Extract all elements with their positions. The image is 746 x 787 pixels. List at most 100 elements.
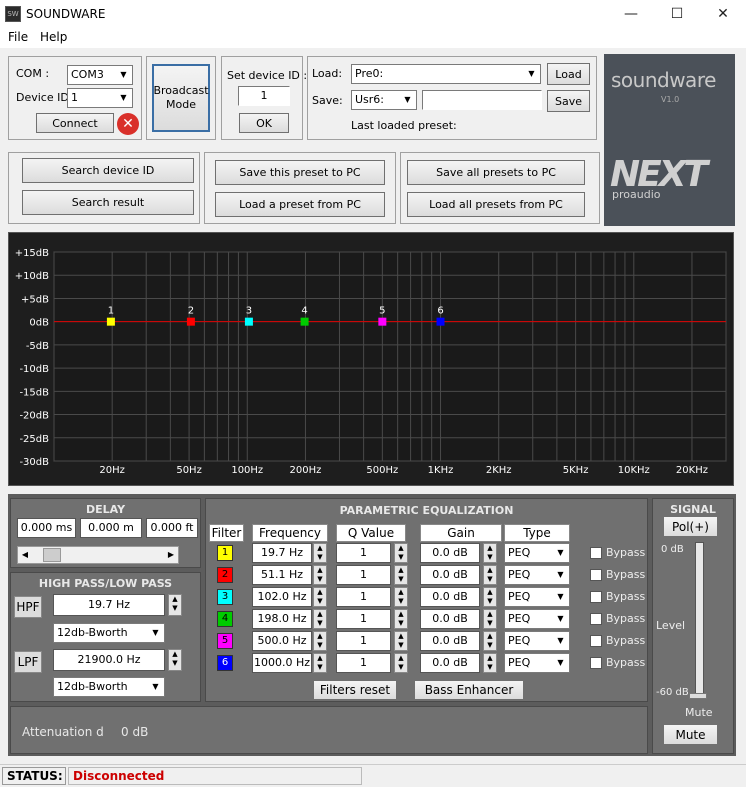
gain-spinner[interactable]: ▲ ▼ [483,587,497,607]
spin-up-icon[interactable]: ▲ [484,632,496,641]
peq-q-field[interactable]: 1 [336,631,391,651]
search-result-button[interactable]: Search result [22,190,194,215]
scroll-right-icon[interactable]: ▶ [164,547,178,563]
eq-filter-point[interactable] [300,317,309,326]
spin-up-icon[interactable]: ▲ [169,650,181,659]
q-spinner[interactable]: ▲ ▼ [394,543,408,563]
set-device-input[interactable]: 1 [238,86,290,106]
spin-down-icon[interactable]: ▼ [169,659,181,668]
frequency-spinner[interactable]: ▲ ▼ [313,587,327,607]
save-button[interactable]: Save [547,90,590,112]
peq-q-field[interactable]: 1 [336,653,391,673]
spin-up-icon[interactable]: ▲ [395,544,407,553]
frequency-spinner[interactable]: ▲ ▼ [313,609,327,629]
eq-response-chart[interactable]: +15dB +10dB +5dB 0dB -5dB -10dB -15dB -20dB -25d… [9,233,733,485]
peq-gain-field[interactable]: 0.0 dB [420,543,480,563]
peq-type-select[interactable]: PEQ ▼ [504,543,570,563]
peq-q-field[interactable]: 1 [336,587,391,607]
spin-down-icon[interactable]: ▼ [314,663,326,672]
peq-gain-field[interactable]: 0.0 dB [420,587,480,607]
spin-down-icon[interactable]: ▼ [395,575,407,584]
device-id-select[interactable]: 1 ▼ [67,88,133,108]
spin-up-icon[interactable]: ▲ [314,610,326,619]
gain-spinner[interactable]: ▲ ▼ [483,565,497,585]
polarity-button[interactable]: Pol(+) [663,516,718,537]
peq-frequency-field[interactable]: 1000.0 Hz [252,653,312,673]
menu-file[interactable]: File [8,30,28,44]
load-all-pc-button[interactable]: Load all presets from PC [407,192,585,217]
peq-frequency-field[interactable]: 51.1 Hz [252,565,312,585]
frequency-spinner[interactable]: ▲ ▼ [313,543,327,563]
peq-gain-field[interactable]: 0.0 dB [420,653,480,673]
bypass-checkbox[interactable] [590,613,602,625]
peq-frequency-field[interactable]: 500.0 Hz [252,631,312,651]
load-button[interactable]: Load [547,63,590,85]
bypass-checkbox[interactable] [590,547,602,559]
q-spinner[interactable]: ▲ ▼ [394,587,408,607]
bypass-checkbox[interactable] [590,569,602,581]
spin-down-icon[interactable]: ▼ [395,641,407,650]
peq-gain-field[interactable]: 0.0 dB [420,631,480,651]
gain-spinner[interactable]: ▲ ▼ [483,609,497,629]
spin-up-icon[interactable]: ▲ [395,632,407,641]
maximize-button[interactable]: ☐ [654,0,700,28]
search-device-id-button[interactable]: Search device ID [22,158,194,183]
peq-type-select[interactable]: PEQ ▼ [504,653,570,673]
bypass-checkbox[interactable] [590,657,602,669]
spin-up-icon[interactable]: ▲ [395,654,407,663]
hpf-value-field[interactable]: 19.7 Hz [53,594,165,616]
peq-frequency-field[interactable]: 19.7 Hz [252,543,312,563]
peq-type-select[interactable]: PEQ ▼ [504,587,570,607]
save-name-input[interactable] [422,90,542,110]
spin-up-icon[interactable]: ▲ [395,566,407,575]
filters-reset-button[interactable]: Filters reset [313,680,397,700]
hpf-label[interactable]: HPF [14,596,42,618]
hpf-type-select[interactable]: 12db-Bworth ▼ [53,623,165,643]
spin-down-icon[interactable]: ▼ [484,575,496,584]
frequency-spinner[interactable]: ▲ ▼ [313,631,327,651]
eq-filter-point[interactable] [436,317,445,326]
spin-up-icon[interactable]: ▲ [395,610,407,619]
lpf-value-field[interactable]: 21900.0 Hz [53,649,165,671]
spin-down-icon[interactable]: ▼ [314,619,326,628]
spin-down-icon[interactable]: ▼ [314,641,326,650]
bass-enhancer-button[interactable]: Bass Enhancer [414,680,524,700]
peq-type-select[interactable]: PEQ ▼ [504,609,570,629]
spin-down-icon[interactable]: ▼ [484,641,496,650]
spin-up-icon[interactable]: ▲ [169,595,181,604]
q-spinner[interactable]: ▲ ▼ [394,565,408,585]
spin-up-icon[interactable]: ▲ [314,632,326,641]
eq-filter-point[interactable] [186,317,195,326]
spin-down-icon[interactable]: ▼ [395,663,407,672]
spin-down-icon[interactable]: ▼ [395,597,407,606]
level-fader-thumb[interactable] [689,693,707,699]
broadcast-mode-button[interactable]: Broadcast Mode [152,64,210,132]
spin-up-icon[interactable]: ▲ [484,588,496,597]
spin-down-icon[interactable]: ▼ [314,553,326,562]
peq-gain-field[interactable]: 0.0 dB [420,565,480,585]
peq-type-select[interactable]: PEQ ▼ [504,565,570,585]
peq-frequency-field[interactable]: 102.0 Hz [252,587,312,607]
q-spinner[interactable]: ▲ ▼ [394,631,408,651]
lpf-label[interactable]: LPF [14,651,42,673]
hpf-spinner[interactable]: ▲ ▼ [168,594,182,616]
lpf-spinner[interactable]: ▲ ▼ [168,649,182,671]
peq-frequency-field[interactable]: 198.0 Hz [252,609,312,629]
q-spinner[interactable]: ▲ ▼ [394,653,408,673]
spin-up-icon[interactable]: ▲ [314,544,326,553]
peq-q-field[interactable]: 1 [336,543,391,563]
save-preset-pc-button[interactable]: Save this preset to PC [215,160,385,185]
set-device-ok-button[interactable]: OK [239,113,289,133]
spin-down-icon[interactable]: ▼ [484,597,496,606]
spin-up-icon[interactable]: ▲ [314,566,326,575]
spin-down-icon[interactable]: ▼ [484,619,496,628]
spin-down-icon[interactable]: ▼ [484,663,496,672]
delay-m-field[interactable]: 0.000 m [80,518,142,538]
minimize-button[interactable]: — [608,0,654,28]
peq-q-field[interactable]: 1 [336,565,391,585]
bypass-checkbox[interactable] [590,635,602,647]
peq-gain-field[interactable]: 0.0 dB [420,609,480,629]
scroll-left-icon[interactable]: ◀ [18,547,32,563]
spin-down-icon[interactable]: ▼ [169,604,181,613]
q-spinner[interactable]: ▲ ▼ [394,609,408,629]
